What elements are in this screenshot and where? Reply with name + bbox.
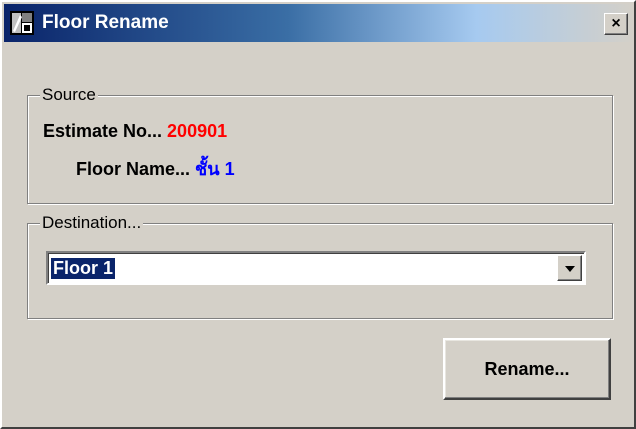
close-icon: ×	[611, 15, 621, 32]
rename-button[interactable]: Rename...	[443, 338, 611, 400]
floor-name-label: Floor Name...	[76, 159, 191, 179]
source-group: Source Estimate No... 200901 Floor Name.…	[27, 85, 613, 204]
floor-name-row: Floor Name... ชั้น 1	[76, 158, 235, 180]
floor-name-value: ชั้น 1	[195, 159, 235, 179]
destination-group: Destination... Floor 1	[27, 213, 613, 319]
chevron-down-icon	[565, 266, 575, 272]
close-button[interactable]: ×	[604, 13, 628, 35]
destination-selected-value[interactable]: Floor 1	[51, 258, 116, 279]
window-title: Floor Rename	[42, 12, 169, 33]
destination-combobox[interactable]: Floor 1	[46, 251, 586, 285]
destination-group-label: Destination...	[40, 213, 144, 233]
estimate-row: Estimate No... 200901	[43, 120, 227, 142]
app-icon	[10, 11, 34, 35]
dropdown-button[interactable]	[557, 255, 582, 281]
floor-rename-dialog: Floor Rename × Source Estimate No... 200…	[0, 0, 636, 429]
title-bar[interactable]: Floor Rename ×	[4, 4, 634, 42]
estimate-value: 200901	[167, 121, 228, 141]
estimate-label: Estimate No...	[43, 121, 163, 141]
source-group-label: Source	[40, 85, 98, 105]
